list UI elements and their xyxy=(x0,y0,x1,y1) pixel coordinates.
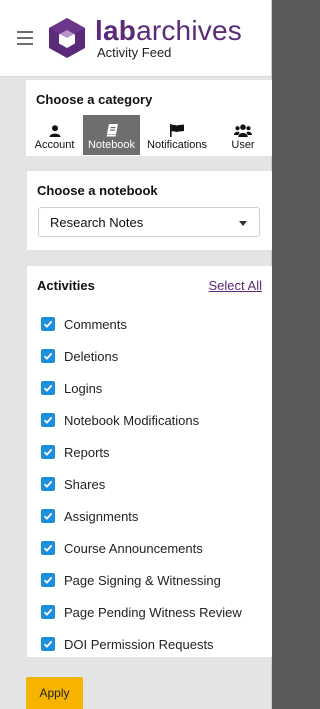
activity-label: Course Announcements xyxy=(64,540,203,556)
activity-item[interactable]: Shares xyxy=(41,468,242,500)
notebook-icon xyxy=(106,124,118,137)
notebook-title: Choose a notebook xyxy=(37,183,158,198)
activity-label: DOI Permission Requests xyxy=(64,636,214,652)
header: labarchives Activity Feed xyxy=(0,0,271,77)
caret-down-icon xyxy=(239,221,247,226)
apply-button[interactable]: Apply xyxy=(26,677,83,709)
activities-title: Activities xyxy=(37,278,95,293)
labarchives-logo-icon xyxy=(49,18,85,58)
activity-item[interactable]: DOI Permission Requests xyxy=(41,628,242,660)
checkbox-checked-icon[interactable] xyxy=(41,541,55,555)
activity-label: Page Pending Witness Review xyxy=(64,604,242,620)
activity-item[interactable]: Course Announcements xyxy=(41,532,242,564)
tab-notifications[interactable]: Notifications xyxy=(140,115,214,155)
activity-label: Deletions xyxy=(64,348,119,364)
activity-item[interactable]: Page Pending Witness Review xyxy=(41,596,242,628)
checkbox-checked-icon[interactable] xyxy=(41,349,55,363)
activity-label: Reports xyxy=(64,444,110,460)
activities-header: Activities Select All xyxy=(27,266,272,293)
activity-item[interactable]: Comments xyxy=(41,308,242,340)
checkbox-checked-icon[interactable] xyxy=(41,477,55,491)
activity-label: Logins xyxy=(64,380,103,396)
checkbox-checked-icon[interactable] xyxy=(41,317,55,331)
activities-list: Comments Deletions Logins Notebook Modifica… xyxy=(41,308,242,660)
users-icon xyxy=(234,124,252,137)
page-subtitle: Activity Feed xyxy=(97,45,172,60)
notebook-selected-value: Research Notes xyxy=(50,214,144,230)
brand-name: labarchives xyxy=(95,15,242,46)
category-title: Choose a category xyxy=(36,92,153,107)
activity-label: Notebook Modifications xyxy=(64,412,200,428)
tab-notebook-label: Notebook xyxy=(87,139,136,151)
activity-item[interactable]: Deletions xyxy=(41,340,242,372)
category-card: Choose a category Account Notebook Notif… xyxy=(26,80,272,156)
checkbox-checked-icon[interactable] xyxy=(41,381,55,395)
checkbox-checked-icon[interactable] xyxy=(41,413,55,427)
tab-user[interactable]: User xyxy=(214,115,272,155)
activities-card: Activities Select All Comments Deletions L… xyxy=(27,266,272,657)
category-tabs: Account Notebook Notifications User xyxy=(26,115,272,155)
activity-item[interactable]: Assignments xyxy=(41,500,242,532)
activity-item[interactable]: Notebook Modifications xyxy=(41,404,242,436)
checkbox-checked-icon[interactable] xyxy=(41,605,55,619)
tab-notebook[interactable]: Notebook xyxy=(83,115,140,155)
activity-label: Assignments xyxy=(64,508,139,524)
tab-account[interactable]: Account xyxy=(26,115,83,155)
notebook-select[interactable]: Research Notes xyxy=(38,207,260,237)
checkbox-checked-icon[interactable] xyxy=(41,445,55,459)
select-all-link[interactable]: Select All xyxy=(209,278,262,293)
checkbox-checked-icon[interactable] xyxy=(41,637,55,651)
activity-item[interactable]: Logins xyxy=(41,372,242,404)
notebook-card: Choose a notebook Research Notes xyxy=(27,171,272,250)
activity-label: Shares xyxy=(64,476,106,492)
activity-feed-panel: labarchives Activity Feed Choose a categ… xyxy=(0,0,272,709)
tab-user-label: User xyxy=(231,139,255,151)
checkbox-checked-icon[interactable] xyxy=(41,509,55,523)
checkbox-checked-icon[interactable] xyxy=(41,573,55,587)
activity-label: Comments xyxy=(64,316,127,332)
tab-account-label: Account xyxy=(34,139,75,151)
activity-item[interactable]: Reports xyxy=(41,436,242,468)
flag-icon xyxy=(170,124,184,137)
activity-item[interactable]: Page Signing & Witnessing xyxy=(41,564,242,596)
tab-notifications-label: Notifications xyxy=(147,139,207,151)
menu-icon[interactable] xyxy=(17,31,33,45)
activity-label: Page Signing & Witnessing xyxy=(64,572,221,588)
user-icon xyxy=(49,125,60,137)
brand: labarchives Activity Feed xyxy=(95,15,242,60)
